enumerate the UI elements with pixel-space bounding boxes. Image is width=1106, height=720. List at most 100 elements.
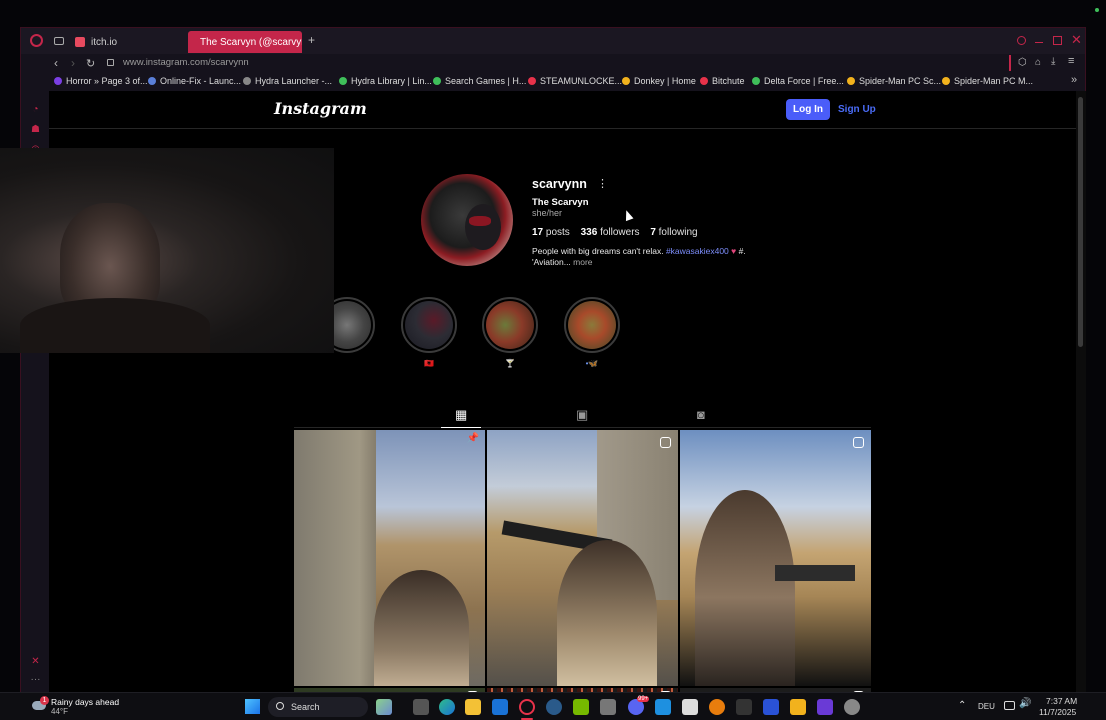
- weather-badge: 1: [40, 696, 49, 705]
- story-highlight[interactable]: [401, 297, 457, 353]
- opera-logo-icon[interactable]: [30, 34, 43, 47]
- taskbar-app-icon[interactable]: [376, 699, 392, 715]
- profile-options-icon[interactable]: ⋮: [597, 177, 608, 190]
- taskbar-search[interactable]: Search: [268, 697, 368, 717]
- epic-games-icon[interactable]: [736, 699, 752, 715]
- clock-time[interactable]: 7:37 AM: [1046, 696, 1077, 706]
- photos-icon[interactable]: [655, 699, 671, 715]
- scrollbar-thumb[interactable]: [1078, 97, 1083, 347]
- new-tab-button[interactable]: +: [308, 33, 315, 47]
- edge-icon[interactable]: [439, 699, 455, 715]
- bio-text: People with big dreams can't relax.: [532, 246, 664, 256]
- profile-stats: 17 posts 336 followers 7 following: [532, 227, 698, 238]
- url-field[interactable]: www.instagram.com/scarvynn: [123, 57, 249, 68]
- bookmark-item[interactable]: Horror » Page 3 of...: [54, 76, 148, 86]
- more-bookmarks-icon[interactable]: »: [1071, 74, 1077, 86]
- bookmark-label: STEAMUNLOCKE...: [540, 76, 623, 86]
- forward-icon[interactable]: ›: [71, 56, 75, 70]
- highlight-label: •🦋: [585, 359, 599, 368]
- bio-hashtag[interactable]: #kawasakiex400: [666, 246, 729, 256]
- opera-taskbar-icon[interactable]: [519, 699, 535, 715]
- taskview-icon[interactable]: [413, 699, 429, 715]
- mail-icon[interactable]: [492, 699, 508, 715]
- bookmark-item[interactable]: Delta Force | Free...: [752, 76, 844, 86]
- post-thumbnail[interactable]: 📌: [294, 430, 485, 686]
- settings-icon[interactable]: [844, 699, 860, 715]
- bookmark-item[interactable]: Spider-Man PC Sc...: [847, 76, 941, 86]
- helmet-shape: [465, 204, 501, 250]
- bio-tail: #.: [738, 246, 746, 256]
- grid-icon[interactable]: ▦: [455, 407, 467, 423]
- bookmark-label: Online-Fix - Launc...: [160, 76, 242, 86]
- start-button[interactable]: [245, 699, 260, 714]
- bookmark-item[interactable]: Hydra Launcher -...: [243, 76, 332, 86]
- desktop: itch.io The Scarvyn (@scarvynn + ✕ ‹ › ↻…: [0, 0, 1106, 720]
- aria-icon[interactable]: ☗: [30, 124, 41, 135]
- visor-shape: [469, 216, 491, 226]
- nvidia-icon[interactable]: [573, 699, 589, 715]
- instagram-header: Instagram Log In Sign Up: [49, 91, 1076, 129]
- tab-itchio[interactable]: itch.io: [69, 31, 187, 53]
- reel-icon: [660, 437, 671, 448]
- minimize-icon[interactable]: [1035, 42, 1043, 43]
- store-icon[interactable]: [682, 699, 698, 715]
- bookmark-item[interactable]: STEAMUNLOCKE...: [528, 76, 622, 86]
- bookmark-label: Horror » Page 3 of...: [66, 76, 148, 86]
- menu-icon[interactable]: ≡: [1068, 55, 1074, 67]
- tagged-icon[interactable]: ◙: [697, 407, 705, 422]
- volume-icon[interactable]: 🔊: [1019, 698, 1031, 709]
- network-icon[interactable]: [1004, 701, 1015, 710]
- posts-label: posts: [545, 227, 570, 238]
- wallet-icon[interactable]: ⌂: [1035, 57, 1041, 68]
- post-thumbnail[interactable]: [680, 430, 871, 686]
- steam-icon[interactable]: [546, 699, 562, 715]
- bio-more-link[interactable]: more: [573, 257, 592, 267]
- webcam-overlay: [0, 148, 334, 353]
- profile-bio: People with big dreams can't relax. #kaw…: [532, 246, 746, 268]
- cheat-engine-icon[interactable]: [600, 699, 616, 715]
- extension-side-icon[interactable]: ✕: [30, 656, 41, 667]
- followers-link[interactable]: 336 followers: [581, 227, 643, 238]
- post-thumbnail[interactable]: [487, 430, 678, 686]
- search-tabs-icon[interactable]: [1017, 36, 1026, 45]
- bookmark-favicon-icon: [622, 77, 630, 85]
- bookmark-item[interactable]: Online-Fix - Launc...: [148, 76, 241, 86]
- profile-avatar[interactable]: [421, 174, 513, 266]
- story-highlight[interactable]: [482, 297, 538, 353]
- language-indicator[interactable]: DEU: [978, 702, 995, 711]
- vegas-icon[interactable]: [817, 699, 833, 715]
- bookmark-item[interactable]: Spider-Man PC M...: [942, 76, 1033, 86]
- signup-link[interactable]: Sign Up: [838, 104, 876, 115]
- maximize-icon[interactable]: [1053, 36, 1062, 45]
- back-icon[interactable]: ‹: [54, 56, 58, 70]
- blender-icon[interactable]: [709, 699, 725, 715]
- bookmark-item[interactable]: Hydra Library | Lin...: [339, 76, 432, 86]
- bookmark-label: Hydra Launcher -...: [255, 76, 333, 86]
- file-explorer-icon[interactable]: [465, 699, 481, 715]
- extensions-icon[interactable]: ⬡: [1018, 57, 1027, 68]
- login-button[interactable]: Log In: [786, 99, 830, 120]
- page-scrollbar[interactable]: [1076, 91, 1086, 693]
- reload-icon[interactable]: ↻: [86, 57, 95, 70]
- weather-widget[interactable]: 1 Rainy days ahead 44°F: [30, 696, 150, 718]
- reels-icon[interactable]: ▣: [576, 407, 588, 423]
- search-icon: [276, 702, 284, 710]
- following-link[interactable]: 7 following: [650, 227, 697, 238]
- bookmark-item[interactable]: Search Games | H...: [433, 76, 526, 86]
- bookmark-item[interactable]: Donkey | Home: [622, 76, 696, 86]
- pinned-icon: 📌: [466, 433, 479, 444]
- download-icon[interactable]: ⤓: [1051, 56, 1055, 67]
- history-icon[interactable]: ◔: [30, 104, 41, 115]
- workspaces-icon[interactable]: [54, 37, 64, 45]
- tab-instagram[interactable]: The Scarvyn (@scarvynn: [188, 31, 302, 53]
- app-blue-icon[interactable]: [763, 699, 779, 715]
- bookmark-item[interactable]: Bitchute: [700, 76, 745, 86]
- sidebar-more-icon[interactable]: ···: [30, 674, 41, 685]
- tab-label: itch.io: [91, 36, 118, 48]
- rockstar-icon[interactable]: [790, 699, 806, 715]
- tray-chevron-icon[interactable]: ⌃: [958, 700, 966, 711]
- story-highlight[interactable]: [564, 297, 620, 353]
- close-icon[interactable]: ✕: [1071, 32, 1082, 48]
- clock-date[interactable]: 11/7/2025: [1039, 707, 1076, 717]
- instagram-logo[interactable]: Instagram: [274, 99, 367, 118]
